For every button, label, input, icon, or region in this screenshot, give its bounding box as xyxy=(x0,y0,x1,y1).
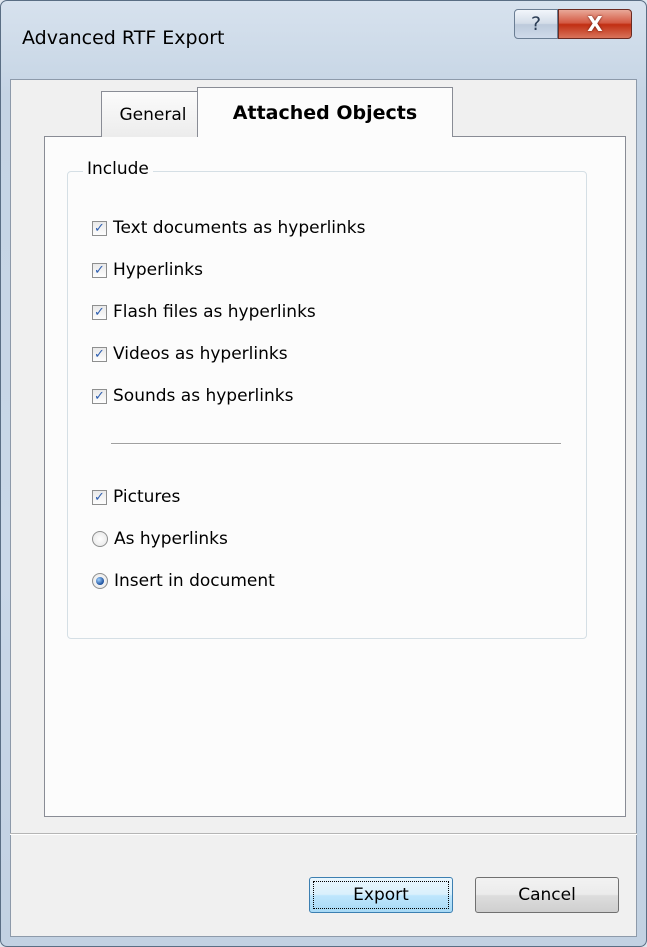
as-hyperlinks-radio[interactable]: As hyperlinks xyxy=(92,527,228,551)
radio-unselected-icon xyxy=(92,531,108,547)
tab-attached-objects[interactable]: Attached Objects xyxy=(197,87,453,137)
radio-label: Insert in document xyxy=(114,571,275,591)
dialog-window: Advanced RTF Export ? X General Attached… xyxy=(0,0,647,947)
tab-general-label: General xyxy=(119,104,187,125)
close-button[interactable]: X xyxy=(558,9,632,39)
tab-general[interactable]: General xyxy=(101,91,205,137)
help-button[interactable]: ? xyxy=(514,9,558,39)
flash-files-checkbox[interactable]: ✓ Flash files as hyperlinks xyxy=(92,300,316,324)
checkbox-label: Pictures xyxy=(113,487,181,507)
checkbox-checked-icon: ✓ xyxy=(92,489,107,505)
hyperlinks-checkbox[interactable]: ✓ Hyperlinks xyxy=(92,258,203,282)
group-separator xyxy=(111,443,561,445)
cancel-button-label: Cancel xyxy=(518,885,576,905)
checkbox-checked-icon: ✓ xyxy=(92,262,107,278)
radio-label: As hyperlinks xyxy=(114,529,228,549)
insert-in-document-radio[interactable]: Insert in document xyxy=(92,569,275,593)
checkbox-checked-icon: ✓ xyxy=(92,346,107,362)
videos-checkbox[interactable]: ✓ Videos as hyperlinks xyxy=(92,342,288,366)
tab-attached-objects-label: Attached Objects xyxy=(232,101,418,124)
window-title: Advanced RTF Export xyxy=(22,27,225,49)
checkbox-label: Hyperlinks xyxy=(113,260,204,280)
pictures-checkbox[interactable]: ✓ Pictures xyxy=(92,485,180,509)
focus-rectangle xyxy=(313,881,449,909)
close-icon: X xyxy=(587,12,603,36)
checkbox-label: Text documents as hyperlinks xyxy=(113,218,366,238)
export-button[interactable]: Export xyxy=(309,877,453,913)
radio-selected-icon xyxy=(92,573,108,589)
include-group-label: Include xyxy=(83,159,153,179)
title-bar[interactable]: Advanced RTF Export ? X xyxy=(1,1,646,79)
cancel-button[interactable]: Cancel xyxy=(475,877,619,913)
checkbox-label: Flash files as hyperlinks xyxy=(113,302,316,322)
text-documents-checkbox[interactable]: ✓ Text documents as hyperlinks xyxy=(92,216,366,240)
sounds-checkbox[interactable]: ✓ Sounds as hyperlinks xyxy=(92,384,293,408)
checkbox-label: Videos as hyperlinks xyxy=(113,344,288,364)
checkbox-checked-icon: ✓ xyxy=(92,388,107,404)
checkbox-label: Sounds as hyperlinks xyxy=(113,386,294,406)
question-icon: ? xyxy=(530,13,542,35)
checkbox-checked-icon: ✓ xyxy=(92,220,107,236)
checkbox-checked-icon: ✓ xyxy=(92,304,107,320)
button-area-separator xyxy=(10,833,637,835)
